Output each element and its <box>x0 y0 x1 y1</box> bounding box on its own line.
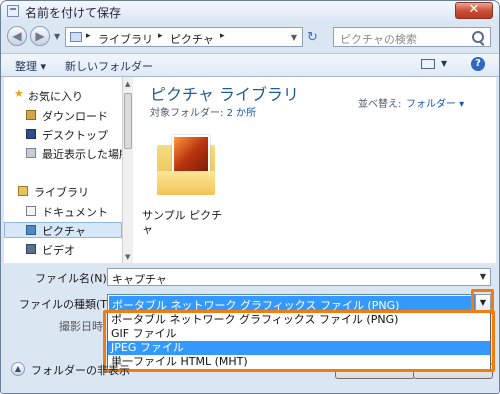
filename-label: ファイル名(N): <box>35 272 111 285</box>
recent-pages-icon[interactable]: ▼ <box>54 32 60 41</box>
library-title: ピクチャ ライブラリ <box>150 85 299 104</box>
navigation-pane: ★ お気に入り ダウンロード デスクトップ 最近表示した場所 ライブラリ ドキュ… <box>4 77 122 263</box>
breadcrumb-separator-icon[interactable]: ▸ <box>158 31 163 41</box>
hide-folders-icon[interactable]: ▲ <box>11 362 25 376</box>
date-taken-label: 撮影日時: <box>59 320 107 333</box>
address-bar[interactable]: ▸ ライブラリ ▸ ピクチャ ▸ ▼ <box>65 27 303 47</box>
save-as-dialog: 名前を付けて保存 ✕ ◀ ▶ ▼ ▸ ライブラリ ▸ ピクチャ ▸ ▼ ↻ ピク… <box>0 0 500 394</box>
search-icon[interactable] <box>472 31 484 43</box>
breadcrumb-pictures[interactable]: ピクチャ <box>170 31 214 47</box>
forward-button[interactable]: ▶ <box>30 26 50 46</box>
scroll-up-icon[interactable]: ▲ <box>125 80 130 88</box>
filename-field[interactable]: キャプチャ ▼ <box>107 268 491 286</box>
videos-icon <box>26 244 36 254</box>
libraries-icon <box>18 186 28 196</box>
nav-item-pictures[interactable]: ピクチャ <box>4 222 122 238</box>
breadcrumb-separator-icon[interactable]: ▸ <box>86 31 91 41</box>
sort-label: 並べ替え: <box>358 99 402 110</box>
breadcrumb-libraries[interactable]: ライブラリ <box>98 31 153 47</box>
browser-area: ★ お気に入り ダウンロード デスクトップ 最近表示した場所 ライブラリ ドキュ… <box>4 77 496 263</box>
address-dropdown-icon[interactable]: ▼ <box>291 33 297 42</box>
nav-item-recent[interactable]: 最近表示した場所 <box>4 145 122 161</box>
close-button[interactable]: ✕ <box>455 2 493 19</box>
locations-link[interactable]: 2 か所 <box>227 108 257 119</box>
filename-dropdown-icon[interactable]: ▼ <box>480 272 486 281</box>
desktop-icon <box>26 129 36 139</box>
help-icon[interactable]: ? <box>471 57 485 71</box>
dialog-title: 名前を付けて保存 <box>25 6 122 20</box>
nav-item-videos[interactable]: ビデオ <box>4 241 122 257</box>
save-form: ファイル名(N): キャプチャ ▼ ファイルの種類(T): ポータブル ネットワ… <box>1 263 499 393</box>
view-dropdown-icon[interactable]: ▼ <box>441 59 447 68</box>
new-folder-button[interactable]: 新しいフォルダー <box>65 58 153 74</box>
nav-item-downloads[interactable]: ダウンロード <box>4 107 122 123</box>
breadcrumb-separator-icon[interactable]: ▸ <box>220 31 225 41</box>
scrollbar-thumb[interactable] <box>124 93 132 149</box>
file-type-label: ファイルの種類(T): <box>19 298 116 311</box>
star-icon: ★ <box>14 87 24 100</box>
command-bar: 整理 ▾ 新しいフォルダー ▼ ? <box>1 53 499 77</box>
search-input[interactable]: ピクチャの検索 <box>333 27 491 47</box>
view-options-icon[interactable] <box>421 59 435 69</box>
nav-item-desktop[interactable]: デスクトップ <box>4 126 122 142</box>
recent-places-icon <box>26 148 36 158</box>
refresh-icon[interactable]: ↻ <box>307 30 318 45</box>
library-locations: 対象フォルダー: 2 か所 <box>150 108 257 119</box>
nav-item-libraries[interactable]: ライブラリ <box>4 183 122 199</box>
back-button[interactable]: ◀ <box>7 26 27 46</box>
pictures-icon <box>26 225 36 235</box>
hide-folders-label[interactable]: フォルダーの非表示 <box>31 362 130 378</box>
organize-button[interactable]: 整理 ▾ <box>15 58 46 74</box>
dialog-icon <box>7 5 19 17</box>
nav-item-documents[interactable]: ドキュメント <box>4 203 122 219</box>
address-bar-row: ◀ ▶ ▼ ▸ ライブラリ ▸ ピクチャ ▸ ▼ ↻ ピクチャの検索 <box>1 21 499 53</box>
nav-item-favorites[interactable]: ★ お気に入り <box>4 87 122 103</box>
scroll-down-icon[interactable]: ▼ <box>125 253 130 261</box>
search-placeholder: ピクチャの検索 <box>340 33 417 46</box>
downloads-icon <box>26 110 36 120</box>
library-icon <box>70 32 82 42</box>
filename-value[interactable]: キャプチャ <box>112 271 167 287</box>
title-bar: 名前を付けて保存 ✕ <box>1 1 499 21</box>
documents-icon <box>26 206 36 216</box>
sort-dropdown[interactable]: フォルダー ▾ <box>406 95 464 110</box>
folder-label[interactable]: サンプル ピクチャ <box>142 209 232 237</box>
folder-item[interactable] <box>152 127 222 207</box>
dropdown-list-highlight <box>103 310 495 372</box>
nav-scrollbar[interactable]: ▲ ▼ <box>122 77 133 263</box>
file-list: ピクチャ ライブラリ 対象フォルダー: 2 か所 並べ替え: フォルダー ▾ サ… <box>136 77 496 263</box>
